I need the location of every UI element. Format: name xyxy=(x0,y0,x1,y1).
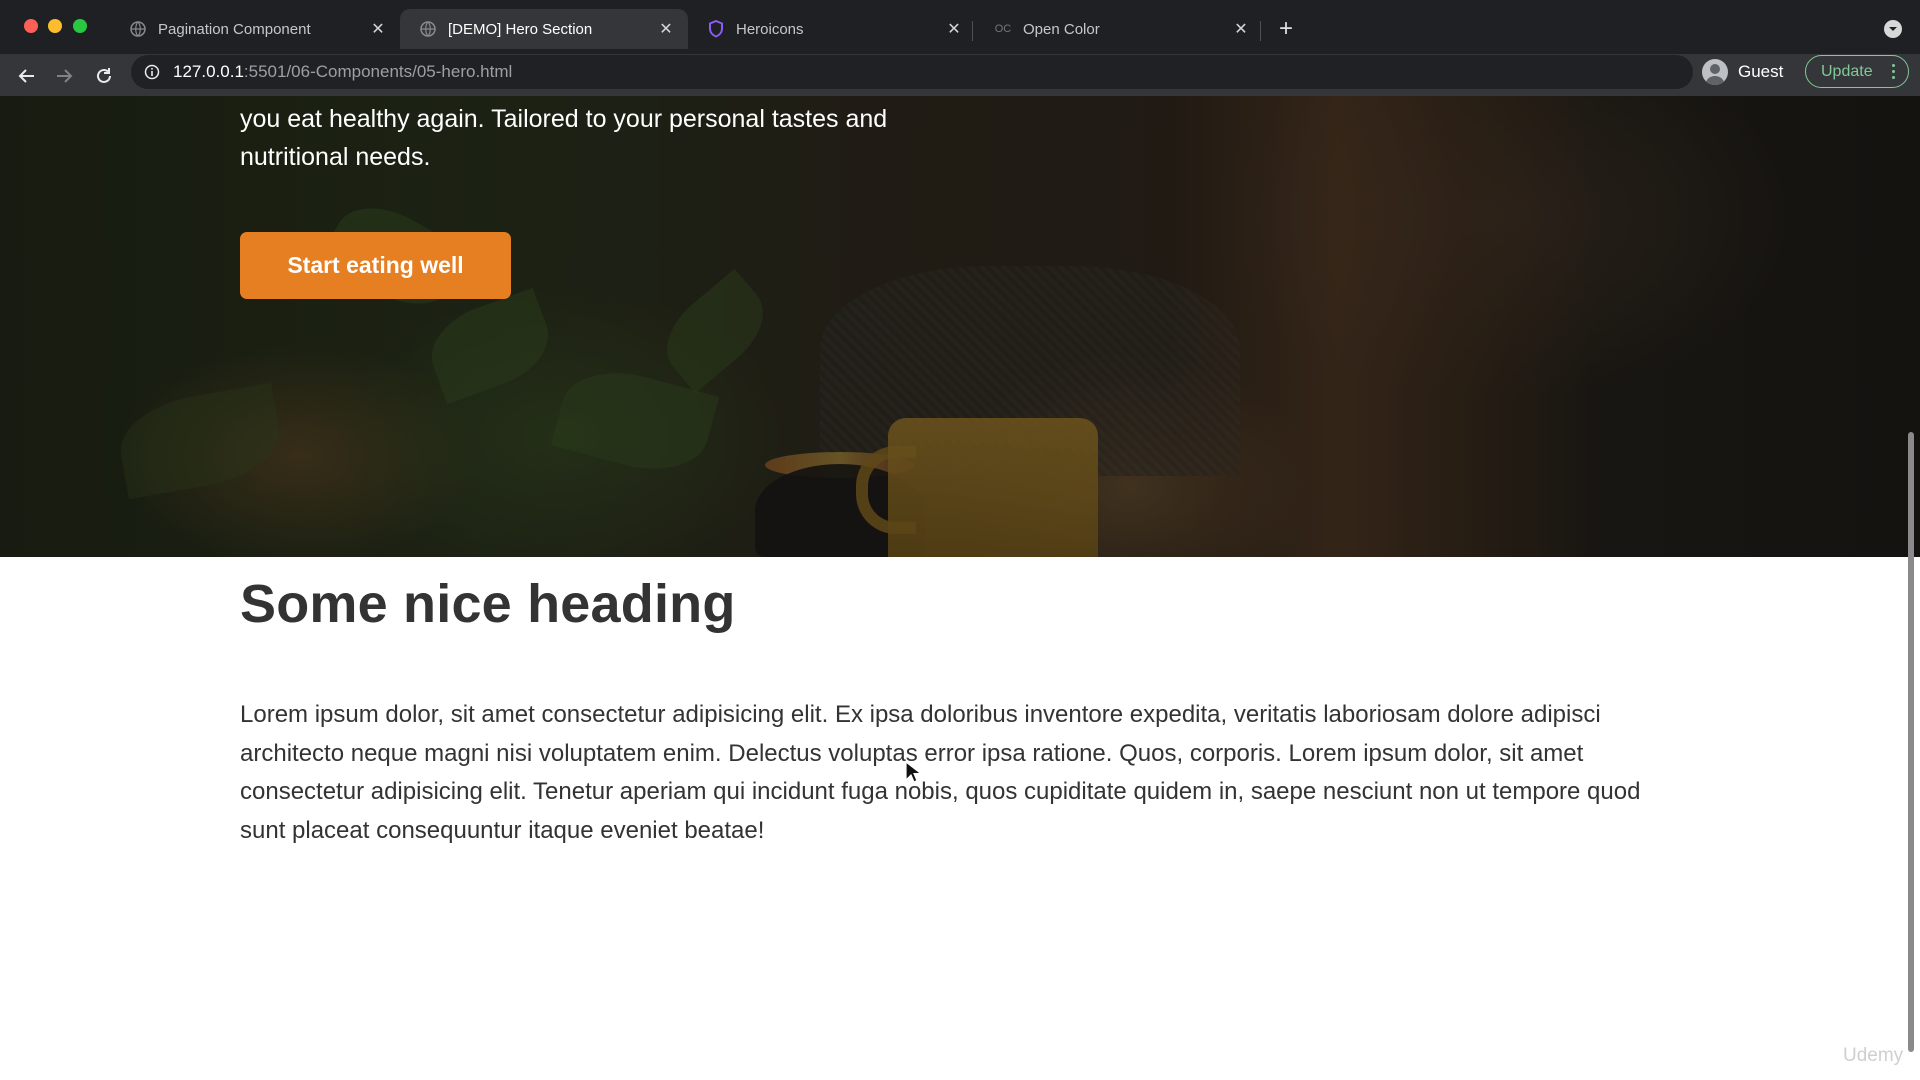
udemy-watermark: Udemy xyxy=(1843,1045,1904,1066)
tab-open-color[interactable]: OC Open Color ✕ xyxy=(975,9,1263,49)
start-eating-well-button[interactable]: Start eating well xyxy=(240,232,511,299)
back-arrow-icon[interactable] xyxy=(11,61,41,91)
tab-separator xyxy=(972,21,973,41)
tab-separator xyxy=(1260,21,1261,41)
page-scrollbar[interactable] xyxy=(1908,432,1914,1052)
tab-demo-hero-section[interactable]: [DEMO] Hero Section ✕ xyxy=(400,9,688,49)
update-button[interactable]: Update xyxy=(1805,55,1909,88)
tab-title: Heroicons xyxy=(736,20,804,38)
maximize-window-button[interactable] xyxy=(73,19,87,33)
hero-description: you eat healthy again. Tailored to your … xyxy=(240,105,888,171)
close-window-button[interactable] xyxy=(24,19,38,33)
profile-button[interactable]: Guest xyxy=(1702,55,1783,89)
close-tab-icon[interactable]: ✕ xyxy=(944,19,964,39)
close-tab-icon[interactable]: ✕ xyxy=(656,19,676,39)
more-vert-icon[interactable] xyxy=(1892,64,1896,82)
minimize-window-button[interactable] xyxy=(48,19,62,33)
section-paragraph: Lorem ipsum dolor, sit amet consectetur … xyxy=(240,701,1641,844)
new-tab-plus-icon[interactable]: + xyxy=(1273,15,1299,42)
tab-title: [DEMO] Hero Section xyxy=(448,20,593,38)
site-info-icon[interactable] xyxy=(143,63,161,81)
tab-pagination-component[interactable]: Pagination Component ✕ xyxy=(110,9,400,49)
oc-icon: OC xyxy=(994,23,1012,35)
browser-tab-strip: Pagination Component ✕ [DEMO] Hero Secti… xyxy=(0,0,1920,54)
profile-label: Guest xyxy=(1738,62,1784,81)
url-text: 127.0.0.1:5501/06-Components/05-hero.htm… xyxy=(173,62,512,82)
section-heading: Some nice heading xyxy=(240,574,736,634)
update-label: Update xyxy=(1821,62,1873,80)
url-path: :5501/06-Components/05-hero.html xyxy=(243,62,513,81)
close-tab-icon[interactable]: ✕ xyxy=(1231,19,1251,39)
mouse-cursor-icon xyxy=(905,761,921,783)
forward-arrow-icon[interactable] xyxy=(50,61,80,91)
close-tab-icon[interactable]: ✕ xyxy=(368,19,388,39)
heroicons-shield-icon xyxy=(708,20,724,38)
hero-section: you eat healthy again. Tailored to your … xyxy=(0,96,1920,557)
globe-icon xyxy=(420,21,436,37)
tab-title: Open Color xyxy=(1023,20,1100,38)
avatar-icon xyxy=(1702,59,1728,85)
globe-icon xyxy=(130,21,146,37)
url-host: 127.0.0.1 xyxy=(173,62,244,81)
tab-title: Pagination Component xyxy=(158,20,311,38)
reload-icon[interactable] xyxy=(89,61,119,91)
address-bar[interactable]: 127.0.0.1:5501/06-Components/05-hero.htm… xyxy=(131,55,1693,89)
tab-search-chevron-icon[interactable] xyxy=(1884,20,1902,38)
tab-heroicons[interactable]: Heroicons ✕ xyxy=(688,9,976,49)
